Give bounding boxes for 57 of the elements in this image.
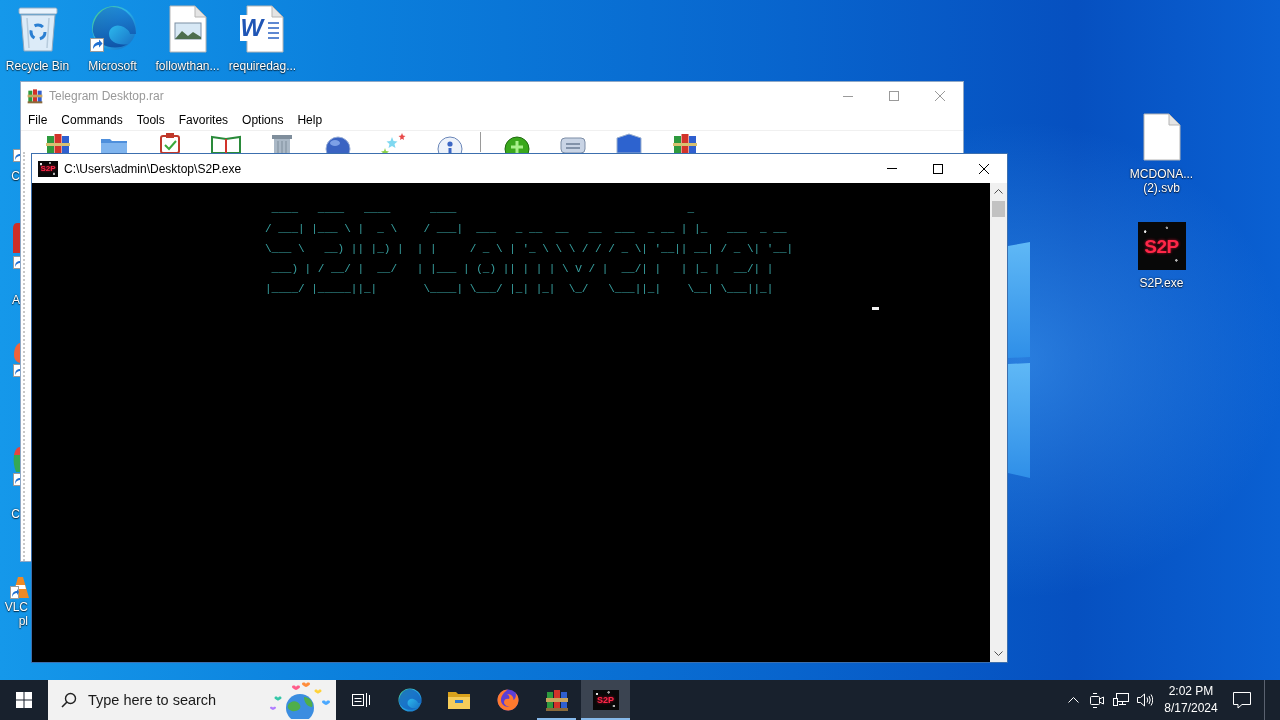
maximize-icon [889, 91, 899, 101]
icon-label: VLC pl [4, 600, 29, 628]
scrollbar-thumb[interactable] [992, 201, 1005, 217]
app-icon[interactable] [13, 343, 20, 377]
minimize-icon [843, 95, 853, 97]
book-stack-icon [544, 688, 569, 712]
icon-label: A [12, 293, 20, 307]
close-icon [935, 91, 945, 101]
icon-label: MCDONA... (2).svb [1129, 167, 1194, 195]
recycle-bin-icon[interactable] [15, 6, 60, 52]
icon-label: C [11, 169, 20, 183]
search-input[interactable]: Type here to search [88, 692, 266, 708]
image-file-icon[interactable] [166, 5, 209, 53]
app-icon[interactable] [13, 223, 20, 270]
windows-logo-icon [16, 692, 32, 708]
scroll-up-icon[interactable] [994, 189, 1003, 194]
window-title: Telegram Desktop.rar [49, 89, 164, 103]
menu-item[interactable]: Commands [54, 113, 130, 127]
notification-icon[interactable] [1233, 691, 1251, 709]
book-stack-icon [27, 88, 43, 104]
task-view-icon [351, 692, 370, 708]
network-icon[interactable] [1113, 693, 1129, 707]
clock[interactable]: 2:02 PM 8/17/2024 [1157, 680, 1225, 720]
maximize-icon [933, 163, 943, 174]
menu-item[interactable]: Options [235, 113, 291, 127]
volume-icon[interactable] [1137, 693, 1153, 707]
menu-item[interactable]: Help [290, 113, 330, 127]
taskbar-button[interactable]: S2P [581, 680, 630, 720]
text-cursor-icon [872, 307, 879, 310]
minimize-icon [887, 168, 897, 169]
fox-browser-icon [495, 688, 520, 712]
folder-icon [446, 690, 471, 710]
icon-label: followthan... [155, 59, 220, 73]
browser-icon[interactable] [88, 5, 137, 53]
browser-icon [397, 688, 422, 712]
menu-item[interactable]: Tools [129, 113, 172, 127]
icon-label: Recycle Bin [5, 59, 70, 73]
blank-file-icon[interactable] [1140, 113, 1183, 161]
scroll-down-icon[interactable] [994, 651, 1003, 656]
menu-item[interactable]: Favorites [171, 113, 236, 127]
app-logo: S2P [592, 690, 619, 710]
menu-item[interactable]: File [21, 113, 55, 127]
app-logo[interactable]: S2P [1137, 222, 1186, 270]
traffic-cone-icon[interactable] [10, 577, 31, 600]
search-icon [61, 692, 77, 708]
window-title: C:\Users\admin\Desktop\S2P.exe [64, 161, 242, 176]
app-icon[interactable] [13, 447, 20, 487]
app-logo: S2P [38, 160, 58, 177]
icon-label: requiredag... [228, 59, 297, 73]
close-icon [979, 163, 989, 174]
shortcut-arrow-icon[interactable] [13, 147, 20, 164]
icon-label: C [11, 507, 20, 521]
ascii-art-title: ____ ____ ____ ____ _ / ___| |___ \ | _ \ / ___| ___ _ __ __ __ ___ _ __ | |_ ___ _ __ \___ \ __) || |_) | | | / _ \ | '_ \ \ \ / / / _ \| '__|| __| / _ \| '__| ___) | / __/ | __/ | |___ | (_) || | | | \ V / | __/| | | |_ | __/| | |____/ |_____||_| \____| \___/ |_| |_| \_/ \___||_| \__| \___||_| [265, 202, 794, 297]
chevron-up-icon[interactable] [1067, 697, 1079, 703]
icon-label: Microsoft [88, 59, 137, 73]
icon-label: S2P.exe [1139, 276, 1184, 290]
camera-icon[interactable] [1090, 692, 1104, 708]
